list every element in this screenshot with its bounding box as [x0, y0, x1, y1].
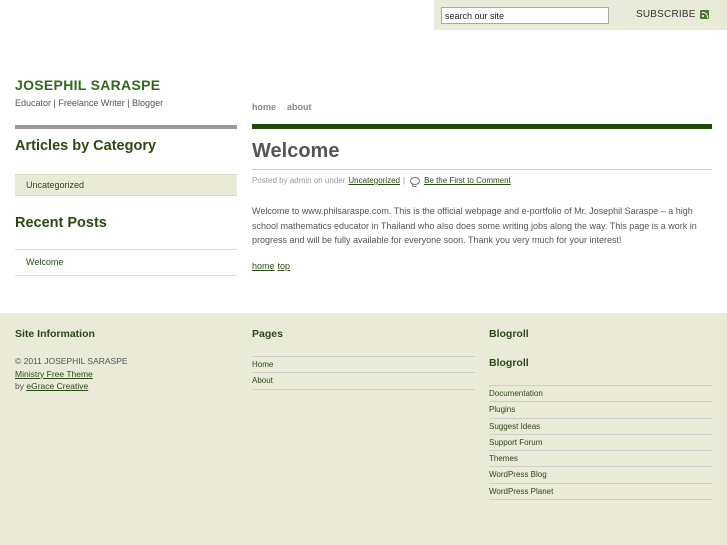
- post-meta-prefix: Posted by admin on under: [252, 176, 346, 185]
- categories-heading: Articles by Category: [15, 138, 157, 154]
- blogroll-item-documentation[interactable]: Documentation: [489, 386, 712, 403]
- site-info-block: © 2011 JOSEPHIL SARASPE Ministry Free Th…: [15, 355, 128, 393]
- pages-list: Home About: [252, 356, 475, 390]
- theme-link[interactable]: Ministry Free Theme: [15, 369, 93, 379]
- home-link[interactable]: home: [252, 261, 275, 271]
- author-link[interactable]: eGrace Creative: [26, 381, 88, 391]
- rss-icon: [699, 10, 709, 19]
- nav-item-about[interactable]: about: [287, 102, 312, 112]
- meta-separator: |: [403, 176, 406, 185]
- copyright-text: © 2011 JOSEPHIL SARASPE: [15, 356, 128, 366]
- nav-item-home[interactable]: home: [252, 102, 276, 112]
- recent-post-welcome[interactable]: Welcome: [15, 249, 237, 276]
- post-category-link[interactable]: Uncategorized: [348, 176, 400, 185]
- footer-page-about[interactable]: About: [252, 373, 475, 390]
- blogroll-item-suggest-ideas[interactable]: Suggest Ideas: [489, 419, 712, 435]
- blogroll-item-themes[interactable]: Themes: [489, 451, 712, 468]
- top-link[interactable]: top: [278, 261, 291, 271]
- blogroll-list: Documentation Plugins Suggest Ideas Supp…: [489, 385, 712, 501]
- recent-post-label: Welcome: [26, 257, 64, 267]
- footer-page-home[interactable]: Home: [252, 357, 475, 374]
- main-nav: home about: [252, 102, 312, 112]
- subscribe-label: SUBSCRIBE: [636, 9, 696, 20]
- blogroll-heading: Blogroll: [489, 328, 529, 340]
- post-links: home top: [252, 261, 290, 271]
- site-tagline: Educator | Freelance Writer | Blogger: [15, 98, 164, 108]
- by-label: by: [15, 381, 24, 391]
- category-item-uncategorized[interactable]: Uncategorized: [15, 174, 237, 196]
- sidebar-divider: [15, 125, 237, 129]
- blogroll-subheading: Blogroll: [489, 357, 529, 369]
- post-title[interactable]: Welcome: [252, 140, 339, 163]
- category-label: Uncategorized: [26, 180, 85, 190]
- blogroll-item-wordpress-blog[interactable]: WordPress Blog: [489, 467, 712, 484]
- site-title[interactable]: JOSEPHIL SARASPE: [15, 77, 160, 93]
- comment-icon: [410, 176, 421, 185]
- search-input[interactable]: [441, 7, 609, 24]
- comment-link[interactable]: Be the First to Comment: [424, 176, 511, 185]
- blogroll-item-support-forum[interactable]: Support Forum: [489, 435, 712, 452]
- post-meta: Posted by admin on under Uncategorized |…: [252, 176, 511, 185]
- blogroll-item-plugins[interactable]: Plugins: [489, 402, 712, 419]
- post-body: Welcome to www.philsaraspe.com. This is …: [252, 206, 697, 245]
- blogroll-item-wordpress-planet[interactable]: WordPress Planet: [489, 484, 712, 501]
- content-divider: [252, 124, 712, 129]
- title-rule: [252, 169, 712, 170]
- top-search-bar: SUBSCRIBE: [434, 0, 727, 30]
- footer: Site Information © 2011 JOSEPHIL SARASPE…: [0, 313, 727, 545]
- site-info-heading: Site Information: [15, 328, 95, 340]
- pages-heading: Pages: [252, 328, 283, 340]
- subscribe-button[interactable]: SUBSCRIBE: [636, 9, 709, 20]
- recent-posts-heading: Recent Posts: [15, 215, 107, 231]
